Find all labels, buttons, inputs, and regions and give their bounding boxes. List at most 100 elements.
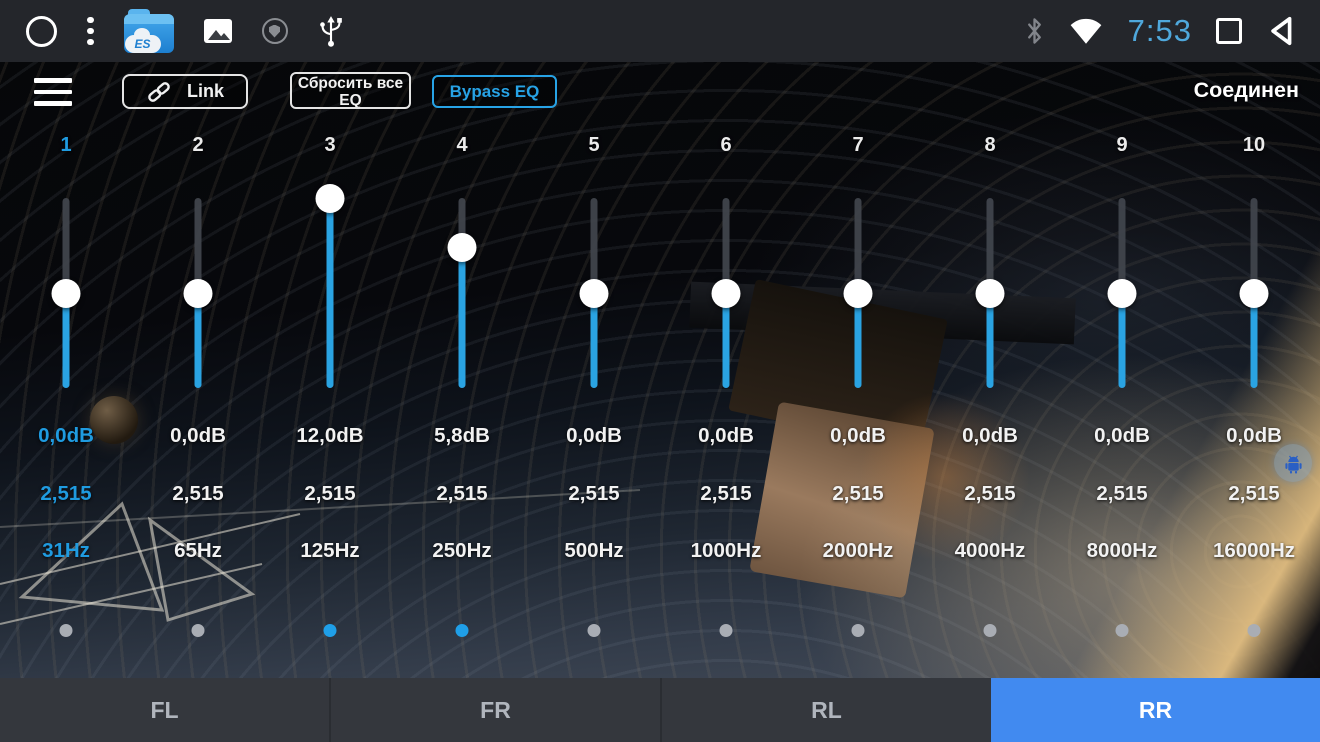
channel-tab-bar: FLFRRLRR [0, 678, 1320, 742]
connection-status: Соединен [1194, 78, 1299, 103]
chain-link-icon [146, 82, 172, 102]
band-page-dot [720, 624, 733, 637]
band-db-value: 0,0dB [792, 424, 924, 448]
slider-thumb[interactable] [52, 279, 81, 308]
channel-tab-fl[interactable]: FL [0, 678, 329, 742]
band-slider[interactable] [315, 185, 345, 402]
band-slider[interactable] [1107, 185, 1137, 402]
band-number: 8 [924, 134, 1056, 157]
band-page-dot [456, 624, 469, 637]
slider-thumb[interactable] [712, 279, 741, 308]
band-page-dot [852, 624, 865, 637]
band-page-dot [192, 624, 205, 637]
band-freq-label: 125Hz [264, 539, 396, 563]
eq-band-2: 2 0,0dB 2,515 65Hz [132, 130, 264, 642]
band-number: 2 [132, 134, 264, 157]
overflow-menu-icon[interactable] [87, 17, 94, 46]
band-slider[interactable] [579, 185, 609, 402]
eq-band-9: 9 0,0dB 2,515 8000Hz [1056, 130, 1188, 642]
band-q-value: 2,515 [1188, 482, 1320, 506]
band-slider[interactable] [51, 185, 81, 402]
link-button-label: Link [187, 81, 224, 102]
band-q-value: 2,515 [792, 482, 924, 506]
es-file-explorer-icon[interactable]: ES [124, 9, 174, 53]
bluetooth-icon [1025, 17, 1044, 45]
band-db-value: 0,0dB [1056, 424, 1188, 448]
band-db-value: 0,0dB [1188, 424, 1320, 448]
back-button-icon[interactable] [1266, 15, 1294, 47]
band-q-value: 2,515 [0, 482, 132, 506]
band-freq-label: 65Hz [132, 539, 264, 563]
slider-thumb[interactable] [976, 279, 1005, 308]
band-slider[interactable] [975, 185, 1005, 402]
band-db-value: 0,0dB [660, 424, 792, 448]
eq-band-3: 3 12,0dB 2,515 125Hz [264, 130, 396, 642]
band-page-dot [1116, 624, 1129, 637]
band-freq-label: 2000Hz [792, 539, 924, 563]
slider-thumb[interactable] [316, 184, 345, 213]
band-db-value: 0,0dB [924, 424, 1056, 448]
slider-fill [459, 247, 466, 388]
eq-band-10: 10 0,0dB 2,515 16000Hz [1188, 130, 1320, 642]
band-db-value: 0,0dB [0, 424, 132, 448]
privacy-guard-icon[interactable] [262, 18, 288, 44]
android-robot-icon[interactable] [1274, 444, 1312, 482]
channel-tab-fr[interactable]: FR [329, 678, 660, 742]
band-number: 4 [396, 134, 528, 157]
band-q-value: 2,515 [924, 482, 1056, 506]
eq-band-7: 7 0,0dB 2,515 2000Hz [792, 130, 924, 642]
band-slider[interactable] [447, 185, 477, 402]
band-q-value: 2,515 [264, 482, 396, 506]
link-button[interactable]: Link [122, 74, 248, 109]
reset-button-line2: EQ [292, 92, 409, 109]
bypass-button-label: Bypass EQ [450, 82, 540, 102]
gallery-icon[interactable] [204, 19, 232, 43]
band-freq-label: 16000Hz [1188, 539, 1320, 563]
band-q-value: 2,515 [396, 482, 528, 506]
eq-band-4: 4 5,8dB 2,515 250Hz [396, 130, 528, 642]
band-number: 10 [1188, 134, 1320, 157]
band-page-dot [324, 624, 337, 637]
band-freq-label: 500Hz [528, 539, 660, 563]
band-q-value: 2,515 [660, 482, 792, 506]
reset-all-eq-button[interactable]: Сбросить все EQ [290, 72, 411, 109]
band-q-value: 2,515 [132, 482, 264, 506]
band-db-value: 5,8dB [396, 424, 528, 448]
slider-thumb[interactable] [844, 279, 873, 308]
channel-tab-rl[interactable]: RL [660, 678, 991, 742]
bypass-eq-button[interactable]: Bypass EQ [432, 75, 557, 108]
equalizer-main: Link Сбросить все EQ Bypass EQ Соединен … [0, 62, 1320, 742]
hamburger-menu-icon[interactable] [34, 78, 72, 106]
band-page-dot [588, 624, 601, 637]
band-db-value: 0,0dB [132, 424, 264, 448]
es-logo-text: ES [134, 37, 150, 51]
eq-band-1: 1 0,0dB 2,515 31Hz [0, 130, 132, 642]
eq-band-6: 6 0,0dB 2,515 1000Hz [660, 130, 792, 642]
channel-tab-rr[interactable]: RR [991, 678, 1320, 742]
slider-thumb[interactable] [1240, 279, 1269, 308]
band-freq-label: 250Hz [396, 539, 528, 563]
slider-thumb[interactable] [184, 279, 213, 308]
band-page-dot [60, 624, 73, 637]
band-number: 3 [264, 134, 396, 157]
band-slider[interactable] [183, 185, 213, 402]
slider-thumb[interactable] [448, 233, 477, 262]
band-slider[interactable] [843, 185, 873, 402]
slider-thumb[interactable] [1108, 279, 1137, 308]
navigation-circle-icon[interactable] [26, 16, 57, 47]
band-number: 6 [660, 134, 792, 157]
band-slider[interactable] [711, 185, 741, 402]
band-page-dot [984, 624, 997, 637]
recents-button-icon[interactable] [1216, 18, 1242, 44]
usb-icon[interactable] [318, 14, 344, 48]
band-number: 9 [1056, 134, 1188, 157]
status-bar: ES 7:53 [0, 0, 1320, 62]
band-q-value: 2,515 [1056, 482, 1188, 506]
slider-thumb[interactable] [580, 279, 609, 308]
band-number: 5 [528, 134, 660, 157]
band-slider[interactable] [1239, 185, 1269, 402]
car-stereo-eq-screen: ES 7:53 [0, 0, 1320, 742]
band-freq-label: 31Hz [0, 539, 132, 563]
band-page-dot [1248, 624, 1261, 637]
band-number: 1 [0, 134, 132, 157]
